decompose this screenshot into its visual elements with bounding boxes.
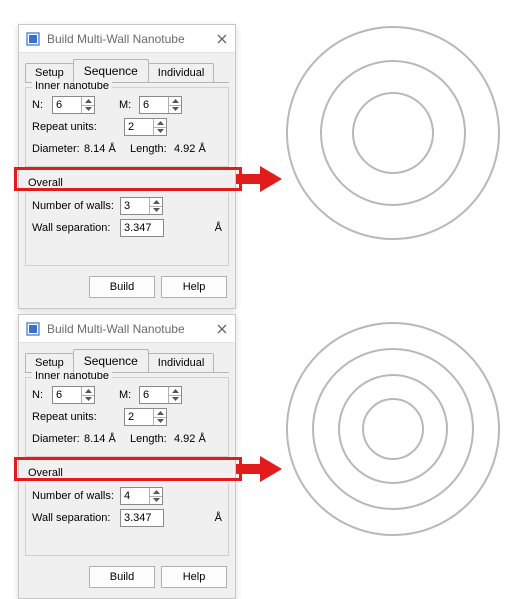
n-label: N:	[32, 389, 48, 401]
repeat-value[interactable]: 2	[125, 409, 153, 425]
sep-input[interactable]: 3.347	[120, 509, 164, 527]
num-walls-value[interactable]: 4	[121, 488, 149, 504]
build-button[interactable]: Build	[89, 566, 155, 588]
tab-sequence[interactable]: Sequence	[73, 349, 149, 372]
m-label: M:	[119, 99, 135, 111]
chevron-down-icon[interactable]	[168, 106, 181, 114]
rings-preview-bottom	[282, 318, 504, 540]
diameter-label: Diameter:	[32, 433, 80, 445]
n-label: N:	[32, 99, 48, 111]
chevron-down-icon[interactable]	[81, 396, 94, 404]
tab-strip: Setup Sequence Individual	[19, 343, 235, 372]
inner-nanotube-group: Inner nanotube N: 6 M: 6 Repeat units: 2	[25, 87, 229, 167]
sep-unit: Å	[215, 222, 222, 234]
chevron-up-icon[interactable]	[168, 97, 181, 106]
m-value[interactable]: 6	[140, 387, 168, 403]
chevron-up-icon[interactable]	[168, 387, 181, 396]
sep-input[interactable]: 3.347	[120, 219, 164, 237]
build-button[interactable]: Build	[89, 276, 155, 298]
chevron-down-icon[interactable]	[168, 396, 181, 404]
sep-label: Wall separation:	[32, 512, 116, 524]
overall-group: Number of walls: 4 Wall separation: 3.34…	[25, 483, 229, 556]
repeat-stepper[interactable]: 2	[124, 408, 167, 426]
tab-individual[interactable]: Individual	[148, 353, 214, 372]
rings-preview-top	[282, 22, 504, 244]
chevron-up-icon[interactable]	[81, 97, 94, 106]
tab-individual[interactable]: Individual	[148, 63, 214, 82]
app-icon	[25, 31, 41, 47]
repeat-label: Repeat units:	[32, 121, 102, 133]
arrow-icon	[236, 162, 282, 196]
chevron-down-icon[interactable]	[153, 418, 166, 426]
length-value: 4.92 Å	[174, 143, 206, 155]
m-stepper[interactable]: 6	[139, 96, 182, 114]
button-row: Build Help	[19, 556, 235, 598]
n-stepper[interactable]: 6	[52, 386, 95, 404]
chevron-up-icon[interactable]	[153, 409, 166, 418]
close-icon[interactable]	[215, 322, 229, 336]
m-value[interactable]: 6	[140, 97, 168, 113]
repeat-stepper[interactable]: 2	[124, 118, 167, 136]
titlebar[interactable]: Build Multi-Wall Nanotube	[19, 315, 235, 343]
chevron-up-icon[interactable]	[81, 387, 94, 396]
length-label: Length:	[130, 143, 170, 155]
diameter-value: 8.14 Å	[84, 433, 126, 445]
chevron-up-icon[interactable]	[149, 488, 162, 497]
app-icon	[25, 321, 41, 337]
num-walls-stepper[interactable]: 3	[120, 197, 163, 215]
num-walls-stepper[interactable]: 4	[120, 487, 163, 505]
chevron-down-icon[interactable]	[149, 497, 162, 505]
inner-nanotube-group: Inner nanotube N: 6 M: 6 Repeat units: 2	[25, 377, 229, 457]
arrow-icon	[236, 452, 282, 486]
close-icon[interactable]	[215, 32, 229, 46]
dialog-title: Build Multi-Wall Nanotube	[47, 32, 215, 46]
overall-group: Number of walls: 3 Wall separation: 3.34…	[25, 193, 229, 266]
repeat-label: Repeat units:	[32, 411, 102, 423]
num-walls-label: Number of walls:	[32, 490, 116, 502]
chevron-up-icon[interactable]	[153, 119, 166, 128]
diameter-value: 8.14 Å	[84, 143, 126, 155]
dialog-top: Build Multi-Wall Nanotube Setup Sequence…	[18, 24, 236, 309]
sep-unit: Å	[215, 512, 222, 524]
tab-strip: Setup Sequence Individual	[19, 53, 235, 82]
help-button[interactable]: Help	[161, 566, 227, 588]
help-button[interactable]: Help	[161, 276, 227, 298]
chevron-down-icon[interactable]	[149, 207, 162, 215]
length-label: Length:	[130, 433, 170, 445]
diameter-label: Diameter:	[32, 143, 80, 155]
num-walls-label: Number of walls:	[32, 200, 116, 212]
num-walls-value[interactable]: 3	[121, 198, 149, 214]
titlebar[interactable]: Build Multi-Wall Nanotube	[19, 25, 235, 53]
overall-legend: Overall	[25, 467, 66, 479]
repeat-value[interactable]: 2	[125, 119, 153, 135]
n-value[interactable]: 6	[53, 387, 81, 403]
n-stepper[interactable]: 6	[52, 96, 95, 114]
length-value: 4.92 Å	[174, 433, 206, 445]
dialog-bottom: Build Multi-Wall Nanotube Setup Sequence…	[18, 314, 236, 599]
sep-value[interactable]: 3.347	[121, 220, 163, 236]
m-stepper[interactable]: 6	[139, 386, 182, 404]
chevron-down-icon[interactable]	[81, 106, 94, 114]
overall-legend: Overall	[25, 177, 66, 189]
button-row: Build Help	[19, 266, 235, 308]
sep-value[interactable]: 3.347	[121, 510, 163, 526]
dialog-title: Build Multi-Wall Nanotube	[47, 322, 215, 336]
chevron-up-icon[interactable]	[149, 198, 162, 207]
sep-label: Wall separation:	[32, 222, 116, 234]
m-label: M:	[119, 389, 135, 401]
chevron-down-icon[interactable]	[153, 128, 166, 136]
n-value[interactable]: 6	[53, 97, 81, 113]
tab-sequence[interactable]: Sequence	[73, 59, 149, 82]
